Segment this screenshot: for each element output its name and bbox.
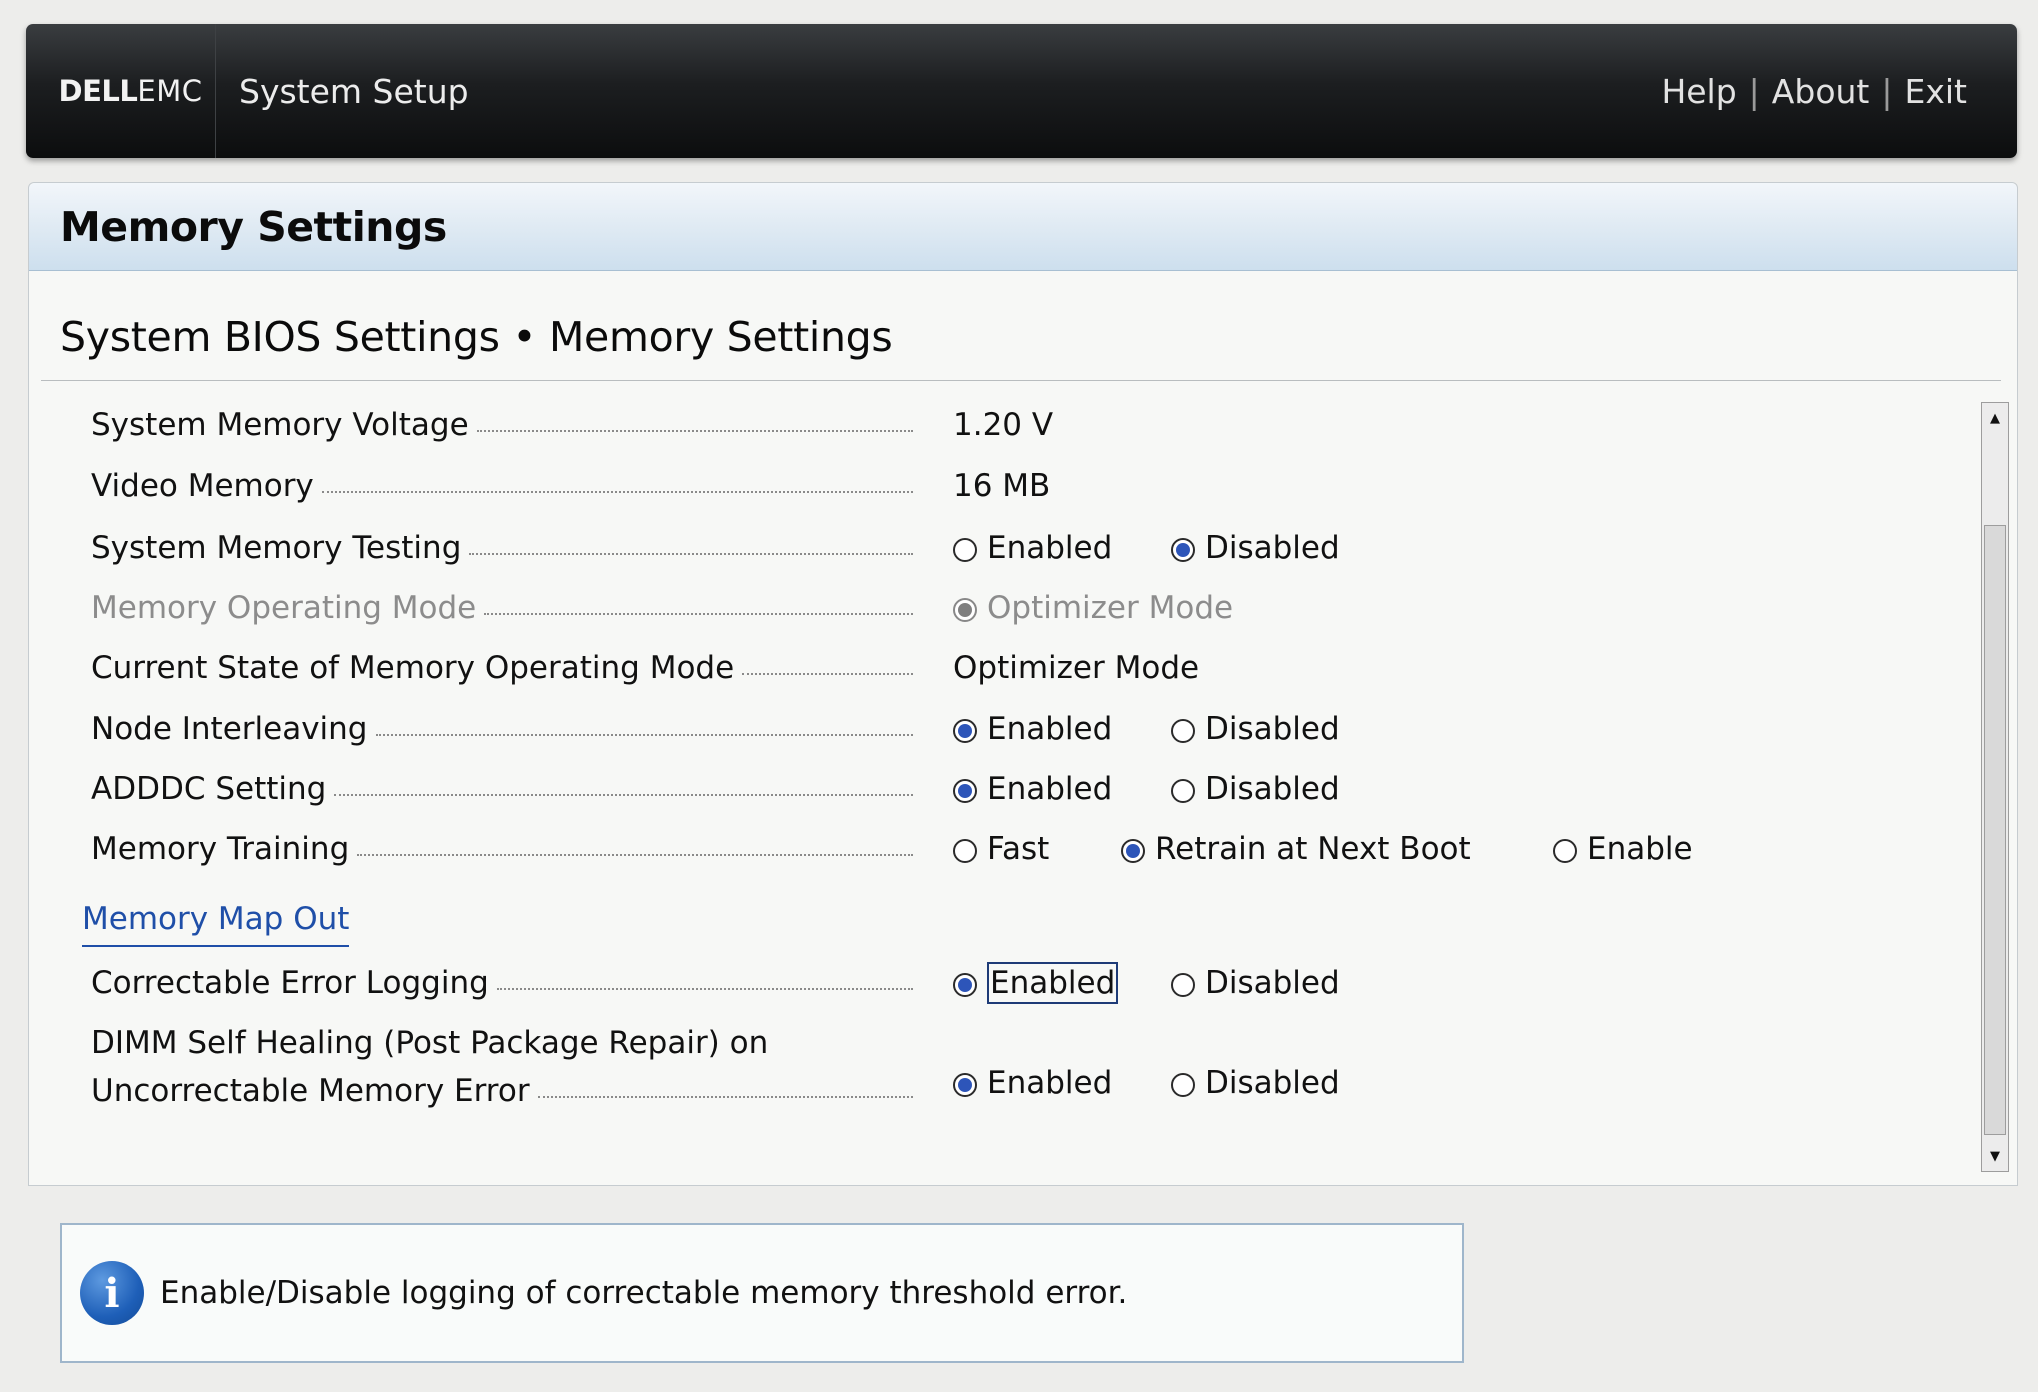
help-link[interactable]: Help <box>1661 72 1736 111</box>
exit-link[interactable]: Exit <box>1905 72 1968 111</box>
setting-row-dimm-self-healing-options: Enabled Disabled <box>91 1059 1651 1107</box>
radio-option-enabled[interactable]: Enabled <box>953 1065 1112 1101</box>
logo-emc-text: EMC <box>137 74 203 108</box>
dell-emc-logo: DELL EMC <box>46 24 216 158</box>
radio-unchecked-icon[interactable] <box>1171 1073 1195 1097</box>
radio-checked-icon[interactable] <box>1121 839 1145 863</box>
logo-dell-text: DELL <box>58 74 138 108</box>
radio-option-enabled[interactable]: Enabled <box>953 711 1112 747</box>
setting-row-node-interleaving: Node Interleaving Enabled Disabled <box>91 705 1651 753</box>
setting-label: ADDDC Setting <box>91 771 913 807</box>
radio-option-retrain[interactable]: Retrain at Next Boot <box>1121 831 1471 867</box>
setting-label: Current State of Memory Operating Mode <box>91 650 913 686</box>
setting-value: 16 MB <box>953 468 1051 504</box>
vertical-scrollbar[interactable]: ▲ ▼ <box>1981 402 2009 1172</box>
help-text: Enable/Disable logging of correctable me… <box>160 1275 1128 1311</box>
radio-option-enabled[interactable]: Enabled <box>953 962 1119 1004</box>
setting-row-adddc: ADDDC Setting Enabled Disabled <box>91 765 1651 813</box>
setting-label: Memory Training <box>91 831 913 867</box>
app-title: System Setup <box>239 71 469 111</box>
radio-unchecked-icon[interactable] <box>1171 973 1195 997</box>
setting-row-correctable-error-logging: Correctable Error Logging Enabled Disabl… <box>91 959 1651 1007</box>
scroll-thumb[interactable] <box>1984 525 2006 1135</box>
radio-unchecked-icon[interactable] <box>1171 719 1195 743</box>
setting-row-memory-operating-mode: Memory Operating Mode Optimizer Mode <box>91 584 1651 632</box>
radio-unchecked-icon[interactable] <box>1171 779 1195 803</box>
radio-option-enabled[interactable]: Enabled <box>953 771 1112 807</box>
memory-map-out-link[interactable]: Memory Map Out <box>82 901 350 947</box>
radio-checked-icon[interactable] <box>953 1073 977 1097</box>
top-bar: DELL EMC System Setup Help | About | Exit <box>26 24 2017 158</box>
page-title: Memory Settings <box>29 183 2017 271</box>
radio-option-disabled[interactable]: Disabled <box>1171 1065 1340 1101</box>
link-separator: | <box>1748 71 1760 111</box>
setting-label: Correctable Error Logging <box>91 965 913 1001</box>
radio-option-disabled[interactable]: Disabled <box>1171 530 1340 566</box>
setting-value: 1.20 V <box>953 407 1054 443</box>
setting-label: Memory Operating Mode <box>91 590 913 626</box>
radio-option-fast[interactable]: Fast <box>953 831 1049 867</box>
radio-option-optimizer-mode: Optimizer Mode <box>953 590 1233 626</box>
setting-label: System Memory Voltage <box>91 407 913 443</box>
setting-label: Node Interleaving <box>91 711 913 747</box>
setting-row-video-memory: Video Memory 16 MB <box>91 462 1651 510</box>
top-links: Help | About | Exit <box>1661 24 1967 158</box>
help-info-box: i Enable/Disable logging of correctable … <box>60 1223 1464 1363</box>
radio-option-disabled[interactable]: Disabled <box>1171 711 1340 747</box>
setting-row-current-state: Current State of Memory Operating Mode O… <box>91 644 1651 692</box>
radio-option-enabled[interactable]: Enabled <box>953 530 1112 566</box>
scroll-down-arrow-icon[interactable]: ▼ <box>1982 1141 2008 1171</box>
settings-panel: Memory Settings System BIOS Settings • M… <box>28 182 2018 1186</box>
setting-value: Optimizer Mode <box>953 650 1200 686</box>
setting-label: Video Memory <box>91 468 913 504</box>
breadcrumb: System BIOS Settings • Memory Settings <box>60 313 893 361</box>
radio-checked-icon[interactable] <box>953 779 977 803</box>
setting-row-memory-training: Memory Training Fast Retrain at Next Boo… <box>91 825 1693 873</box>
radio-checked-icon[interactable] <box>953 973 977 997</box>
radio-checked-icon[interactable] <box>1171 538 1195 562</box>
radio-checked-icon[interactable] <box>953 719 977 743</box>
info-icon: i <box>80 1261 144 1325</box>
radio-unchecked-icon[interactable] <box>1553 839 1577 863</box>
scroll-up-arrow-icon[interactable]: ▲ <box>1982 403 2008 433</box>
radio-option-enable[interactable]: Enable <box>1553 831 1693 867</box>
radio-checked-disabled-icon <box>953 598 977 622</box>
radio-option-disabled[interactable]: Disabled <box>1171 965 1340 1001</box>
divider <box>41 380 2001 381</box>
link-separator: | <box>1881 71 1893 111</box>
focused-option-label[interactable]: Enabled <box>987 962 1119 1004</box>
radio-option-disabled[interactable]: Disabled <box>1171 771 1340 807</box>
radio-unchecked-icon[interactable] <box>953 839 977 863</box>
radio-unchecked-icon[interactable] <box>953 538 977 562</box>
setting-row-system-memory-testing: System Memory Testing Enabled Disabled <box>91 524 1651 572</box>
setting-label: System Memory Testing <box>91 530 913 566</box>
about-link[interactable]: About <box>1772 72 1870 111</box>
setting-row-system-memory-voltage: System Memory Voltage 1.20 V <box>91 401 1651 449</box>
